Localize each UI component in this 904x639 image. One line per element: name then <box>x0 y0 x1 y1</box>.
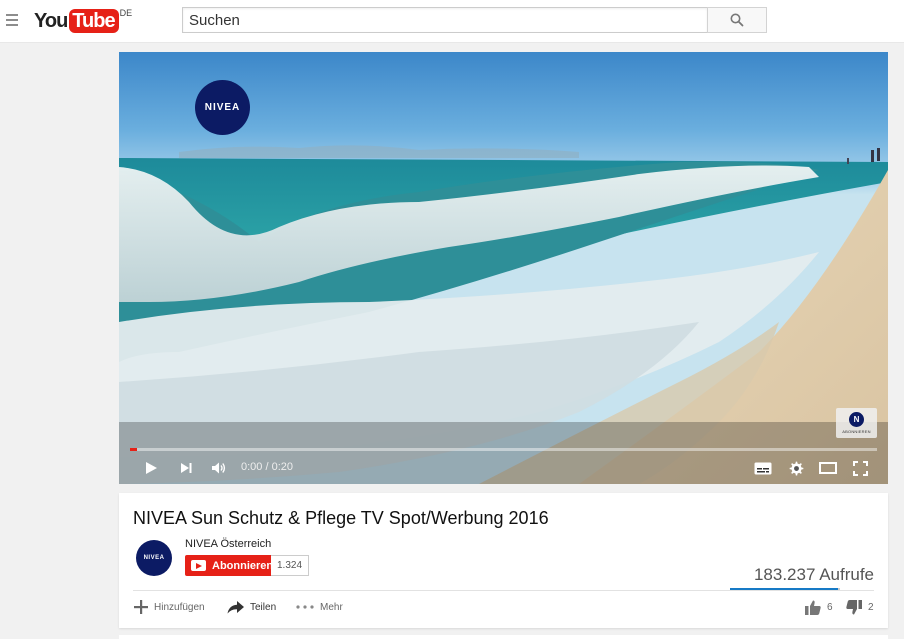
more-dots-icon <box>296 605 314 609</box>
subtitles-button[interactable] <box>752 458 774 478</box>
search-icon <box>730 13 744 27</box>
logo-country-code: DE <box>119 8 133 18</box>
next-section-edge <box>119 635 888 639</box>
like-button[interactable]: 6 <box>805 599 833 615</box>
fullscreen-button[interactable] <box>850 458 870 478</box>
youtube-play-icon <box>191 560 206 571</box>
more-button[interactable]: Mehr <box>296 599 343 615</box>
search-input[interactable] <box>182 7 707 33</box>
watermark-text: ABONNIEREN <box>842 429 871 434</box>
add-to-label: Hinzufügen <box>154 601 205 613</box>
subscribe-watermark[interactable]: N ABONNIEREN <box>836 408 877 438</box>
guide-menu-icon[interactable] <box>6 14 18 26</box>
add-to-button[interactable]: Hinzufügen <box>134 599 205 615</box>
nivea-brand-badge: NIVEA <box>195 80 250 135</box>
subtitles-icon <box>754 462 772 474</box>
share-label: Teilen <box>250 601 277 613</box>
video-info-card: NIVEA Sun Schutz & Pflege TV Spot/Werbun… <box>119 493 888 628</box>
play-button[interactable] <box>141 458 161 478</box>
subscriber-count: 1.324 <box>271 555 310 576</box>
channel-avatar[interactable]: NIVEA <box>136 540 172 576</box>
settings-button[interactable] <box>786 458 806 478</box>
next-button[interactable] <box>177 458 195 478</box>
watermark-logo: N <box>849 412 864 427</box>
time-display: 0:00 / 0:20 <box>241 461 293 473</box>
dislike-count: 2 <box>868 601 874 613</box>
view-count: 183.237 Aufrufe <box>753 565 874 584</box>
masthead: You Tube DE <box>0 0 904 43</box>
subscribe-label: Abonnieren <box>212 559 274 572</box>
next-icon <box>181 463 192 473</box>
logo-you-text: You <box>34 10 68 32</box>
subscribe-button[interactable]: Abonnieren <box>185 555 281 576</box>
progress-fill <box>130 448 138 451</box>
plus-icon <box>134 600 148 614</box>
theater-mode-button[interactable] <box>818 458 838 478</box>
divider <box>133 590 874 591</box>
thumbs-down-icon <box>846 599 862 614</box>
youtube-logo[interactable]: You Tube DE <box>34 8 133 33</box>
gear-icon <box>789 461 803 475</box>
player-controls: 0:00 / 0:20 <box>119 452 888 484</box>
play-icon <box>146 462 157 474</box>
more-label: Mehr <box>320 601 343 613</box>
fullscreen-icon <box>852 460 868 476</box>
share-icon <box>227 600 244 613</box>
logo-tube-text: Tube <box>69 9 119 33</box>
like-count: 6 <box>827 601 833 613</box>
video-player[interactable]: NIVEA N ABONNIEREN 0:00 / 0:20 <box>119 52 888 484</box>
search-bar <box>182 7 767 33</box>
dislike-button[interactable]: 2 <box>846 599 874 615</box>
volume-icon <box>212 462 226 474</box>
share-button[interactable]: Teilen <box>227 599 276 615</box>
progress-bar[interactable] <box>130 448 877 451</box>
search-button[interactable] <box>707 7 767 33</box>
thumbs-up-icon <box>805 600 821 615</box>
theater-mode-icon <box>819 462 837 474</box>
channel-name-link[interactable]: NIVEA Österreich <box>185 538 271 550</box>
video-title: NIVEA Sun Schutz & Pflege TV Spot/Werbun… <box>133 508 549 528</box>
volume-button[interactable] <box>209 458 229 478</box>
